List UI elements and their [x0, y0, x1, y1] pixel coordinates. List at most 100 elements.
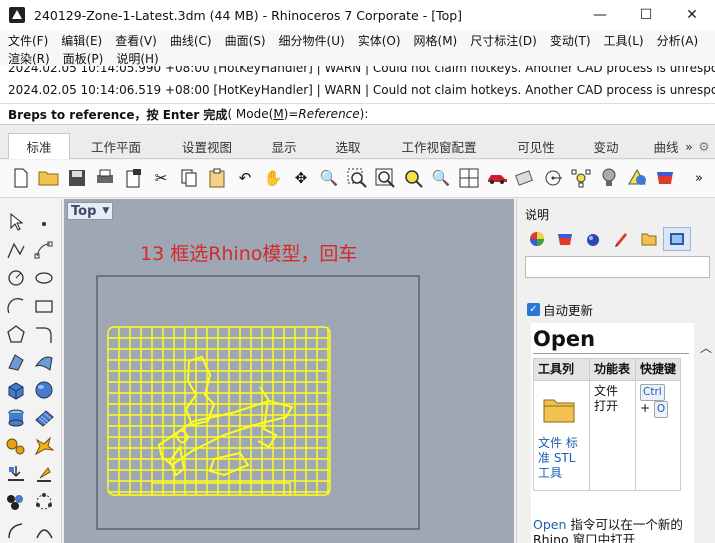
menu-edit[interactable]: 编辑(E)	[61, 32, 102, 49]
cylinder-mesh-icon[interactable]	[5, 407, 27, 429]
tabs-more-button[interactable]: »	[682, 133, 696, 159]
menu-subd[interactable]: 细分物件(U)	[279, 32, 345, 49]
polyline-icon[interactable]	[5, 239, 27, 261]
tab-set-view[interactable]: 设置视图	[172, 133, 242, 159]
scroll-up-icon[interactable]: ︿	[700, 339, 712, 356]
copy-icon[interactable]	[178, 167, 200, 189]
render-car-icon[interactable]	[486, 167, 508, 189]
zoom-all-icon[interactable]: 🔍	[430, 167, 452, 189]
close-button[interactable]: ✕	[669, 0, 715, 30]
menu-dimension[interactable]: 尺寸标注(D)	[470, 32, 537, 49]
menu-curve[interactable]: 曲线(C)	[170, 32, 212, 49]
top-viewport[interactable]: Top ▼ 13 框选Rhino模型，回车	[64, 199, 514, 543]
surface-edge-icon[interactable]	[33, 351, 55, 373]
menu-file[interactable]: 文件(F)	[8, 32, 48, 49]
toolbar-link[interactable]: 文件 标准 STL 工具	[538, 436, 578, 480]
zoom-window-icon[interactable]	[346, 167, 368, 189]
new-file-icon[interactable]	[10, 167, 32, 189]
lightbulb-icon[interactable]	[598, 167, 620, 189]
curve-from-object-icon[interactable]	[5, 519, 27, 541]
menu-view[interactable]: 查看(V)	[115, 32, 157, 49]
doc-command-link[interactable]: Open	[533, 517, 566, 532]
sphere-icon[interactable]	[33, 379, 55, 401]
pan-hand-icon[interactable]: ✋	[262, 167, 284, 189]
option-mode-value[interactable]: Reference	[298, 107, 359, 121]
tab-curve[interactable]: 曲线	[648, 133, 684, 159]
paste-icon[interactable]	[206, 167, 228, 189]
cut-icon[interactable]: ✂	[150, 167, 172, 189]
box-icon[interactable]	[5, 379, 27, 401]
color-wheel-icon[interactable]	[523, 227, 551, 251]
materials-icon[interactable]	[654, 167, 676, 189]
environment-icon[interactable]	[579, 227, 607, 251]
undo-icon[interactable]: ↶	[234, 167, 256, 189]
zoom-extents-icon[interactable]	[374, 167, 396, 189]
viewport-title[interactable]: Top ▼	[67, 202, 114, 220]
menu-analyze[interactable]: 分析(A)	[657, 32, 699, 49]
auto-update-checkbox[interactable]: ✓ 自动更新	[527, 300, 593, 319]
menu-help[interactable]: 说明(H)	[116, 50, 158, 67]
save-icon[interactable]	[66, 167, 88, 189]
toolbar-more-button[interactable]: »	[688, 167, 710, 189]
circle-icon[interactable]	[5, 267, 27, 289]
print-icon[interactable]	[94, 167, 116, 189]
array-icon[interactable]	[33, 491, 55, 513]
select-arrow-icon[interactable]	[5, 211, 27, 233]
maximize-button[interactable]: ☐	[623, 0, 669, 30]
tab-viewport-layout[interactable]: 工作视窗配置	[392, 133, 486, 159]
tab-transform[interactable]: 变动	[584, 133, 628, 159]
open-folder-icon[interactable]	[542, 392, 576, 424]
menu-surface[interactable]: 曲面(S)	[225, 32, 266, 49]
zoom-selected-icon[interactable]	[402, 167, 424, 189]
checkbox-checked-icon[interactable]: ✓	[527, 303, 540, 316]
command-prompt[interactable]: Breps to reference，按 Enter 完成 ( Mode( M …	[0, 104, 715, 125]
rotate-view-icon[interactable]: ✥	[290, 167, 312, 189]
tab-visibility[interactable]: 可见性	[508, 133, 564, 159]
mesh-plane-icon[interactable]	[33, 407, 55, 429]
menu-mesh[interactable]: 网格(M)	[414, 32, 458, 49]
move-icon[interactable]	[5, 463, 27, 485]
minimize-button[interactable]: —	[577, 0, 623, 30]
four-viewports-icon[interactable]	[458, 167, 480, 189]
chevron-down-icon[interactable]: ▼	[102, 206, 109, 216]
menu-tools[interactable]: 工具(L)	[604, 32, 644, 49]
tab-display[interactable]: 显示	[262, 133, 306, 159]
help-document[interactable]: Open 工具列 功能表 快捷键 文件 标准 STL 工具 文件 打开 Ctrl…	[531, 323, 694, 543]
rhino-app-icon[interactable]	[8, 6, 26, 24]
explode-icon[interactable]	[33, 435, 55, 457]
point-icon[interactable]	[33, 211, 55, 233]
fillet-curve-icon[interactable]	[33, 323, 55, 345]
light-pen-icon[interactable]	[607, 227, 635, 251]
menu-transform[interactable]: 变动(T)	[550, 32, 591, 49]
panel-search-field[interactable]	[525, 256, 710, 278]
rectangle-icon[interactable]	[33, 295, 55, 317]
group-icon[interactable]	[5, 491, 27, 513]
menu-render[interactable]: 渲染(R)	[8, 50, 50, 67]
zoom-dynamic-icon[interactable]: 🔍	[318, 167, 340, 189]
ellipse-icon[interactable]	[33, 267, 55, 289]
dimension-icon[interactable]	[33, 519, 55, 541]
menu-panels[interactable]: 面板(P)	[63, 50, 104, 67]
properties-icon[interactable]	[626, 167, 648, 189]
tab-standard[interactable]: 标准	[8, 133, 70, 159]
polygon-icon[interactable]	[5, 323, 27, 345]
import-icon[interactable]	[122, 167, 144, 189]
osnap-icon[interactable]	[542, 167, 564, 189]
folder-icon[interactable]	[635, 227, 663, 251]
gears-icon[interactable]	[5, 435, 27, 457]
command-history[interactable]: 2024.02.05 10:14:05.990 +08:00 [HotKeyHa…	[0, 66, 715, 104]
control-point-curve-icon[interactable]	[33, 239, 55, 261]
tab-select[interactable]: 选取	[326, 133, 370, 159]
open-folder-icon[interactable]	[38, 167, 60, 189]
align-icon[interactable]	[33, 463, 55, 485]
materials-tab-icon[interactable]	[551, 227, 579, 251]
help-tab-icon[interactable]	[663, 227, 691, 251]
tab-cplanes[interactable]: 工作平面	[80, 133, 152, 159]
select-points-icon[interactable]	[570, 167, 592, 189]
render-settings-icon[interactable]	[514, 167, 536, 189]
arc-icon[interactable]	[5, 295, 27, 317]
menu-solid[interactable]: 实体(O)	[358, 32, 401, 49]
gear-icon[interactable]: ⚙	[696, 133, 712, 159]
surface-from-points-icon[interactable]	[5, 351, 27, 373]
option-mode-key[interactable]: M	[273, 107, 283, 121]
